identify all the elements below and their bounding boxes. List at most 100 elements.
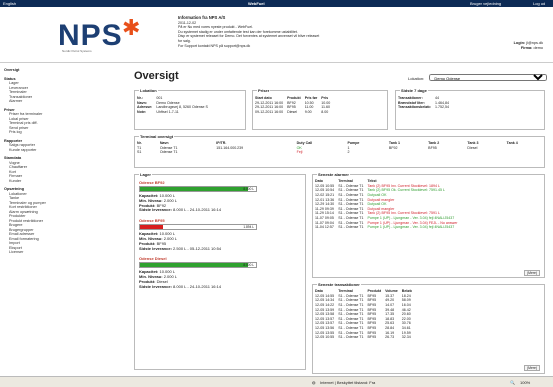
kv-value: 1.752,54: [434, 105, 449, 110]
app-title: WebFuel: [248, 1, 265, 6]
lager-box-legend: Lager: [139, 172, 152, 177]
alarmer-box-legend: Seneste alarmer: [317, 172, 350, 177]
tank-levering: Sidste leverance: 8.000 L - 24-10-2011 1…: [139, 207, 301, 213]
table-cell: Pumpe 1 (UP) - Ljungman - Ver. 3.04) fej…: [367, 216, 455, 221]
alarmer-more-button[interactable]: (Mere): [524, 270, 540, 276]
table-cell: [214, 150, 294, 155]
tank-levering: Sidste leverance: 8.000 L - 24-10-2011 1…: [139, 284, 301, 290]
tank-name[interactable]: Odense Diesel: [139, 256, 301, 261]
security-zone[interactable]: Internet | Beskyttet tilstand: Fra: [320, 380, 375, 385]
sidebar-section: Status Lager Leverancer Terminaler Transakti…: [4, 77, 108, 104]
tank-level-label: 8.000 L: [243, 263, 254, 268]
info-lines: 2011-12-02 På er Nu med vores nyeste prod…: [178, 21, 378, 49]
column-header[interactable]: Beløb: [400, 289, 414, 294]
table-cell: 12-29 14:30: [315, 202, 335, 207]
tank-level-fill: [140, 187, 248, 191]
table-cell: S1 - Odense T1: [338, 326, 364, 331]
logout-link[interactable]: Log ud: [533, 1, 545, 6]
tank-card: Odense Diesel 8.000 L Kapacitet: 10.000 LM…: [139, 256, 301, 289]
table-cell: S1 - Odense T1: [338, 206, 364, 211]
table-cell: 2: [347, 150, 350, 155]
language-link[interactable]: English: [3, 1, 16, 6]
kv-row: Brændstof liter: 1.464,84: [396, 101, 451, 106]
transaktioner-table: Dato Terminal Produkt Volume Beløb 12-05 14:5…: [313, 289, 414, 340]
lokation-table: Nr.: 001 Navn: Demo Odense Adresse: Landbrugs…: [135, 96, 210, 114]
transaktioner-box-legend: Seneste transaktioner: [317, 282, 361, 287]
tank-name[interactable]: Odense BF92: [139, 180, 301, 185]
column-header[interactable]: Produkt: [366, 289, 384, 294]
alarm-table: Dato Terminal Tekst 12-05 10:55 S1 - Odense …: [313, 179, 459, 230]
table-cell: 29-12-2011 16:00: [255, 105, 284, 110]
priser-table: Start dato Produkt Pris før Pris 29-12-2011 …: [253, 96, 332, 114]
table-cell: 11-07 09:04: [315, 220, 334, 225]
lokation-select[interactable]: Demo Odense: [429, 74, 548, 81]
kv-row: Adresse: Landbrugsvej 8, 5260 Odense S: [135, 105, 210, 110]
table-cell: S1 - Odense T1: [338, 211, 364, 216]
table-cell: [426, 150, 465, 155]
page-header: NPS ✱ Nordic Petrol Systems Information …: [0, 7, 553, 63]
table-row[interactable]: S1 Odense T1 Fejl 2: [135, 150, 544, 155]
tank-name[interactable]: Odense BF95: [139, 218, 301, 223]
table-cell: 12-05 10:55: [315, 335, 335, 340]
column-header[interactable]: Produkt: [285, 96, 303, 101]
sidebar-heading[interactable]: Oversigt: [4, 68, 108, 73]
logo-tagline: Nordic Petrol Systems: [62, 49, 92, 53]
zoom-level[interactable]: 100%: [520, 380, 530, 385]
sidebar-item[interactable]: Kunde rapporter: [4, 148, 108, 153]
sidebar-section: Opsætning Lokationer Tanke Terminaler og pu…: [4, 187, 108, 255]
sidebar-nav: Oversigt Status Lager Leverancer Terminaler T…: [0, 64, 108, 384]
sidebar-item[interactable]: Pris log: [4, 130, 108, 135]
star-icon: ✱: [122, 15, 141, 40]
sidebar-section: Stamdata Vogne Chauffører Kort Firmaer Kunder: [4, 156, 108, 183]
lokation-box: Lokation Nr.: 001 Navn: Demo Odense Adresse:…: [134, 88, 246, 130]
lokation-label: Lokation:: [408, 76, 425, 81]
table-cell: 32.34: [401, 335, 411, 340]
table-cell: S1 - Odense T1: [338, 202, 364, 207]
terminal-table: Nr. Navn IP/TR. Duty Call Pumpe Tank 1 Tank 2T…: [135, 141, 544, 155]
table-row[interactable]: 09-12-2011 16:00 Diesel 9.00 8.00: [253, 110, 332, 115]
table-cell: S1 - Odense T1: [338, 312, 364, 317]
table-cell: 12-05 13:59: [315, 307, 335, 312]
table-cell: S1 - Odense T1: [338, 293, 364, 298]
login-value: jl@nps.dk: [526, 41, 543, 45]
table-cell: [465, 150, 504, 155]
nps-logo[interactable]: NPS ✱ Nordic Petrol Systems: [58, 15, 140, 55]
kv-value: Landbrugsvej 8, 5260 Odense S: [156, 105, 208, 110]
kv-key: Transaktionsbeløb:: [398, 105, 431, 110]
table-cell: S1 - Odense T1: [338, 321, 364, 326]
lokation-filter: Lokation: Demo Odense: [408, 74, 548, 81]
table-row[interactable]: 11-04 12:57 S1 - Odense T1 Pumpe 1 (UP) - …: [313, 225, 459, 230]
page-title: Oversigt: [134, 70, 179, 82]
table-header-row: Start dato Produkt Pris før Pris: [253, 96, 332, 101]
table-row[interactable]: 29-12-2011 16:00 BF95 11.00 11.60: [253, 105, 332, 110]
tank-field-label: Sidste leverance:: [139, 207, 172, 213]
help-link[interactable]: Bruger vejledning: [470, 1, 501, 6]
kv-key: Adresse:: [137, 105, 153, 110]
table-cell: 9.00: [304, 110, 312, 115]
table-row[interactable]: 12-05 10:55 S1 - Odense T1 BF95 26.73 32.34: [313, 335, 414, 340]
table-cell: 12-05 14:34: [315, 298, 335, 303]
tank-level-bar: 8.000 L: [139, 186, 257, 192]
table-cell: 12-05 14:55: [315, 293, 335, 298]
table-cell: 29-12-2011 16:00: [255, 100, 284, 105]
kv-row: Transaktionsbeløb: 1.752,54: [396, 105, 451, 110]
sidebar-item[interactable]: Licenser: [4, 250, 108, 255]
transaktioner-more-button[interactable]: (Mere): [524, 365, 540, 371]
table-cell: Diesel: [287, 110, 298, 115]
table-cell: 11-07 09:05: [315, 216, 334, 221]
table-cell: 12-05 13:57: [315, 316, 335, 321]
table-cell: Fejl: [296, 150, 303, 155]
sidebar-item[interactable]: Alarmer: [4, 99, 108, 104]
sidebar-item[interactable]: Kunder: [4, 179, 108, 184]
tank-level-label: 8.000 L: [243, 187, 254, 191]
tank-field-label: Sidste leverance:: [139, 245, 172, 251]
top-bar: English WebFuel Bruger vejledning Log ud: [0, 0, 553, 7]
table-cell: Pumpe 1 (UP) - Ljungman - Ver. 3.04) FEJ…: [367, 220, 458, 225]
table-row[interactable]: 29-12-2011 16:00 BF92 10.50 10.00: [253, 101, 332, 106]
column-header[interactable]: Pris før: [303, 96, 320, 101]
tank-card: Odense BF92 8.000 L Kapacitet: 10.000 L Min…: [139, 180, 301, 213]
column-header[interactable]: Volume: [383, 289, 400, 294]
table-cell: S1 - Odense T1: [338, 193, 364, 198]
table-cell: 12-05 13:56: [315, 326, 335, 331]
zoom-icon[interactable]: 🔍: [510, 380, 515, 385]
